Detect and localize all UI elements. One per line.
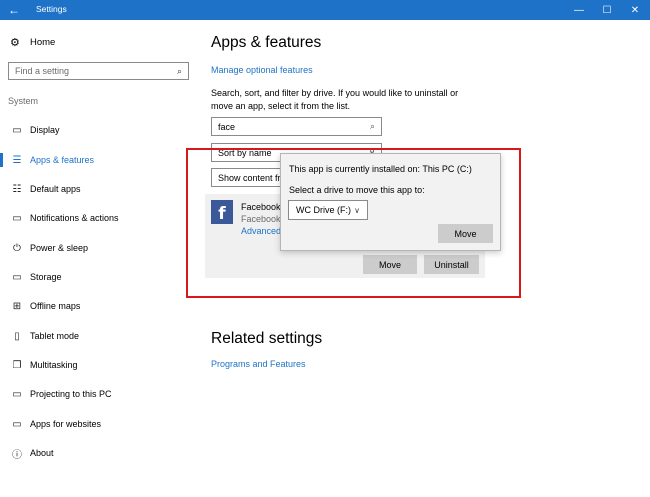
- sidebar-item-about[interactable]: ⓘ About: [10, 446, 54, 461]
- multitasking-icon: ❐: [12, 359, 22, 371]
- sidebar-item-label: About: [30, 448, 54, 458]
- sidebar-item-display[interactable]: ▭ Display: [10, 123, 60, 137]
- gear-icon: ⚙: [10, 37, 20, 49]
- search-icon: ⌕: [369, 121, 375, 131]
- sidebar-item-label: Power & sleep: [30, 243, 89, 253]
- active-indicator: [0, 153, 3, 167]
- projecting-icon: ▭: [12, 388, 22, 400]
- sidebar-item-label: Default apps: [30, 184, 81, 194]
- sidebar-item-label: Display: [30, 125, 60, 135]
- sidebar-item-power-sleep[interactable]: ⏻ Power & sleep: [10, 241, 88, 255]
- info-icon: ⓘ: [12, 449, 22, 461]
- sidebar-item-label: Notifications & actions: [30, 213, 119, 223]
- section-label-system: System: [8, 96, 39, 106]
- monitor-icon: ▭: [12, 124, 22, 136]
- app-search-input[interactable]: face ⌕: [211, 117, 382, 136]
- sidebar-item-notifications[interactable]: ▭ Notifications & actions: [10, 211, 119, 225]
- maximize-button[interactable]: ☐: [594, 0, 620, 20]
- related-settings-heading: Related settings: [211, 330, 323, 347]
- highlight-box: [186, 148, 521, 298]
- back-arrow-icon[interactable]: ←: [0, 0, 28, 20]
- sidebar-item-storage[interactable]: ▭ Storage: [10, 270, 62, 284]
- find-setting-placeholder: Find a setting: [15, 66, 70, 76]
- notifications-icon: ▭: [12, 212, 22, 224]
- close-button[interactable]: ✕: [622, 0, 648, 20]
- sidebar-item-apps-features[interactable]: ☰ Apps & features: [10, 153, 95, 167]
- sidebar-item-label: Apps & features: [30, 155, 95, 165]
- sidebar-item-projecting[interactable]: ▭ Projecting to this PC: [10, 387, 112, 401]
- sidebar-item-offline-maps[interactable]: ⊞ Offline maps: [10, 299, 81, 313]
- default-apps-icon: ☷: [12, 183, 22, 195]
- sidebar-item-apps-websites[interactable]: ▭ Apps for websites: [10, 417, 101, 431]
- home-label: Home: [30, 37, 56, 48]
- sidebar-item-label: Tablet mode: [30, 331, 80, 341]
- map-icon: ⊞: [12, 300, 22, 312]
- window-title: Settings: [36, 4, 67, 14]
- home-nav[interactable]: ⚙ Home: [10, 36, 55, 49]
- sidebar-item-label: Projecting to this PC: [30, 389, 112, 399]
- app-search-value: face: [218, 121, 236, 132]
- tablet-icon: ▯: [14, 330, 20, 342]
- power-icon: ⏻: [13, 242, 21, 254]
- minimize-button[interactable]: —: [566, 0, 592, 20]
- programs-and-features-link[interactable]: Programs and Features: [211, 359, 306, 369]
- sidebar-item-label: Offline maps: [30, 301, 81, 311]
- title-bar: ← Settings — ☐ ✕: [0, 0, 650, 20]
- apps-websites-icon: ▭: [12, 418, 22, 430]
- manage-optional-features-link[interactable]: Manage optional features: [211, 65, 313, 75]
- description-text: Search, sort, and filter by drive. If yo…: [211, 88, 459, 111]
- list-icon: ☰: [12, 154, 22, 166]
- sidebar-item-multitasking[interactable]: ❐ Multitasking: [10, 358, 78, 372]
- sidebar-item-default-apps[interactable]: ☷ Default apps: [10, 182, 81, 196]
- sidebar-item-label: Apps for websites: [30, 419, 102, 429]
- page-title: Apps & features: [211, 34, 322, 51]
- storage-icon: ▭: [12, 271, 22, 283]
- sidebar-item-tablet-mode[interactable]: ▯ Tablet mode: [10, 329, 79, 343]
- sidebar-item-label: Multitasking: [30, 360, 78, 370]
- find-setting-input[interactable]: Find a setting ⌕: [8, 62, 189, 80]
- search-icon: ⌕: [176, 65, 182, 76]
- sidebar-item-label: Storage: [30, 272, 62, 282]
